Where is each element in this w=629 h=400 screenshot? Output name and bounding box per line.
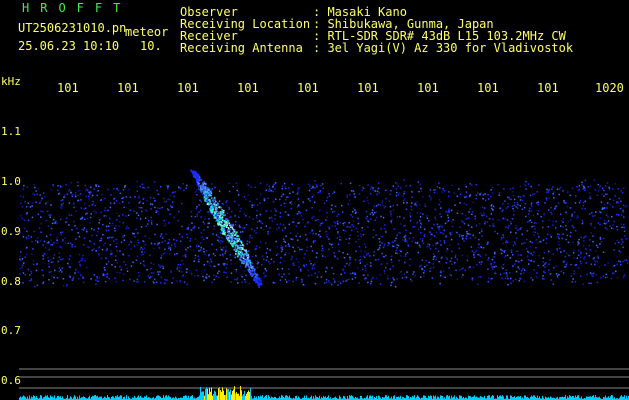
noise-band bbox=[19, 179, 629, 288]
info-label-antenna: Receiving Antenna bbox=[180, 41, 303, 55]
y-tick-label: 1.0 bbox=[1, 175, 21, 188]
x-tick-label: 101 bbox=[117, 81, 139, 95]
x-tick-label: 1020 bbox=[595, 81, 624, 95]
y-tick-label: 0.7 bbox=[1, 324, 21, 337]
brand-title: HROFFT bbox=[22, 1, 132, 15]
file-datetime: 25.06.23 10:10 bbox=[18, 39, 120, 53]
file-count: 10. bbox=[140, 39, 162, 53]
x-tick-label: 101 bbox=[417, 81, 439, 95]
y-tick-label: 1.1 bbox=[1, 125, 21, 138]
y-tick-label: 0.6 bbox=[1, 374, 21, 387]
x-tick-label: 101 bbox=[57, 81, 79, 95]
info-value-antenna: : 3el Yagi(V) Az 330 for Vladivostok bbox=[313, 41, 574, 55]
y-axis-unit: kHz bbox=[1, 75, 21, 88]
spectrogram-panel bbox=[19, 169, 629, 400]
y-tick-label: 0.8 bbox=[1, 275, 21, 288]
x-tick-label: 101 bbox=[537, 81, 559, 95]
y-tick-label: 0.9 bbox=[1, 225, 21, 238]
file-name: UT2506231010.pn bbox=[18, 21, 127, 35]
file-tag: meteor bbox=[125, 25, 169, 39]
x-tick-label: 101 bbox=[477, 81, 499, 95]
x-tick-label: 101 bbox=[297, 81, 319, 95]
x-tick-label: 101 bbox=[177, 81, 199, 95]
x-tick-label: 101 bbox=[237, 81, 259, 95]
x-tick-label: 101 bbox=[357, 81, 379, 95]
